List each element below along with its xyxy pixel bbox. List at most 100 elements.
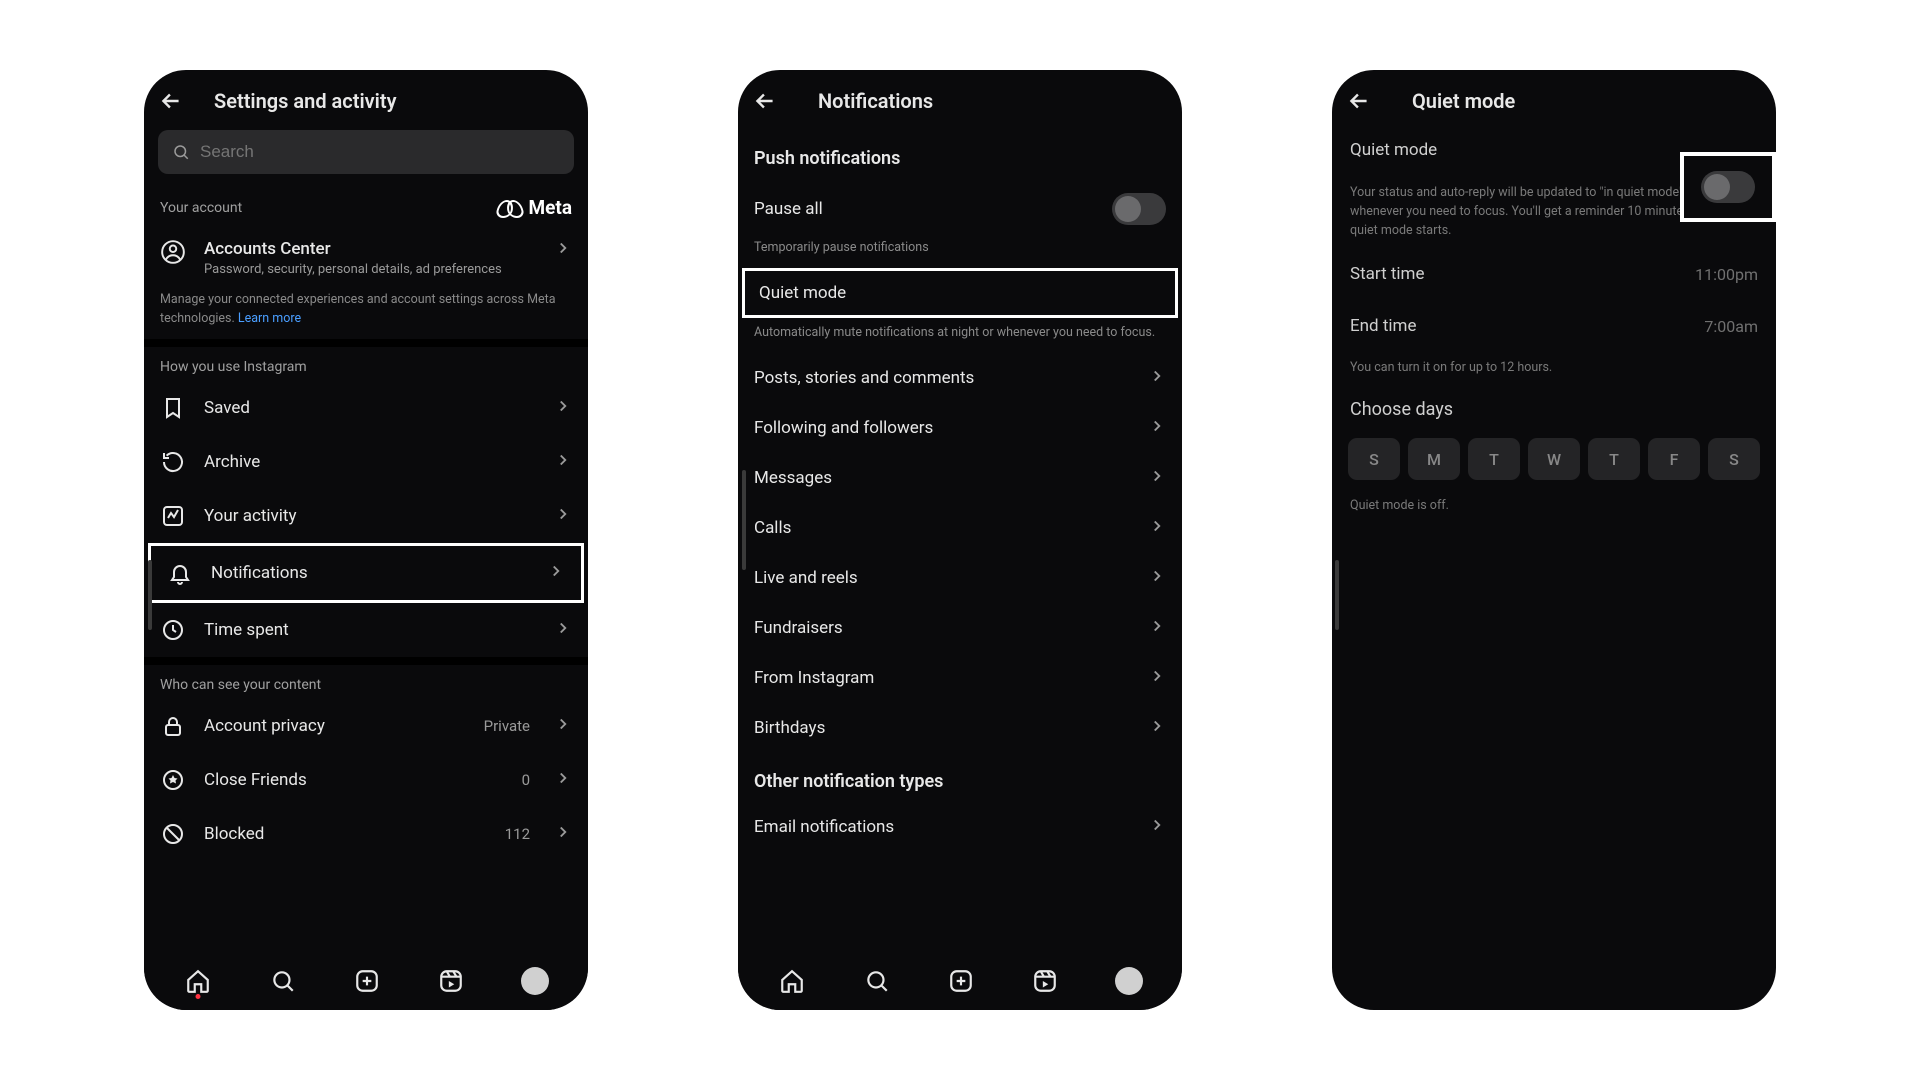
accounts-center-row[interactable]: Accounts Center Password, security, pers… bbox=[144, 225, 588, 291]
chevron-right-icon bbox=[547, 562, 565, 584]
quiet-mode-toggle[interactable] bbox=[1701, 171, 1755, 203]
email-notif-row[interactable]: Email notifications bbox=[738, 802, 1182, 852]
day-sat[interactable]: S bbox=[1708, 438, 1760, 480]
duration-note: You can turn it on for up to 12 hours. bbox=[1332, 352, 1776, 383]
close-friends-row[interactable]: Close Friends 0 bbox=[144, 753, 588, 807]
blocked-count: 112 bbox=[505, 825, 530, 843]
notifications-content: Notifications Push notifications Pause a… bbox=[738, 70, 1182, 952]
cat-messages[interactable]: Messages bbox=[738, 453, 1182, 503]
phone-quiet-mode: Quiet mode Quiet mode Your status and au… bbox=[1332, 70, 1776, 1010]
notifications-row[interactable]: Notifications bbox=[151, 546, 581, 600]
chevron-right-icon bbox=[1148, 617, 1166, 639]
back-arrow-icon[interactable] bbox=[158, 88, 184, 114]
day-thu[interactable]: T bbox=[1588, 438, 1640, 480]
chevron-right-icon bbox=[554, 451, 572, 473]
back-arrow-icon[interactable] bbox=[752, 88, 778, 114]
cat-live[interactable]: Live and reels bbox=[738, 553, 1182, 603]
blocked-icon bbox=[160, 821, 186, 847]
add-icon[interactable] bbox=[352, 966, 382, 996]
search-input[interactable] bbox=[158, 130, 574, 174]
cat-posts[interactable]: Posts, stories and comments bbox=[738, 353, 1182, 403]
home-icon[interactable] bbox=[777, 966, 807, 996]
meta-logo: Meta bbox=[497, 196, 573, 219]
learn-more-link[interactable]: Learn more bbox=[238, 311, 301, 326]
archive-icon bbox=[160, 449, 186, 475]
blocked-row[interactable]: Blocked 112 bbox=[144, 807, 588, 861]
chevron-right-icon bbox=[554, 619, 572, 641]
scrollbar[interactable] bbox=[742, 470, 746, 570]
search-icon[interactable] bbox=[268, 966, 298, 996]
profile-avatar[interactable] bbox=[1115, 967, 1143, 995]
chevron-right-icon bbox=[1148, 667, 1166, 689]
header-notifications: Notifications bbox=[738, 70, 1182, 124]
bottom-nav bbox=[144, 952, 588, 1010]
pause-all-toggle[interactable] bbox=[1112, 193, 1166, 225]
day-wed[interactable]: W bbox=[1528, 438, 1580, 480]
home-icon[interactable] bbox=[183, 966, 213, 996]
activity-row[interactable]: Your activity bbox=[144, 489, 588, 543]
scrollbar[interactable] bbox=[1335, 560, 1339, 630]
quiet-mode-label: Quiet mode bbox=[1350, 140, 1437, 160]
chevron-right-icon bbox=[1148, 567, 1166, 589]
your-account-header: Your account Meta bbox=[144, 184, 588, 225]
cat-from-instagram[interactable]: From Instagram bbox=[738, 653, 1182, 703]
day-pills: S M T W T F S bbox=[1332, 428, 1776, 490]
quiet-mode-content: Quiet mode Quiet mode Your status and au… bbox=[1332, 70, 1776, 1010]
time-spent-row[interactable]: Time spent bbox=[144, 603, 588, 657]
quiet-mode-highlight: Quiet mode bbox=[742, 268, 1178, 318]
activity-icon bbox=[160, 503, 186, 529]
day-sun[interactable]: S bbox=[1348, 438, 1400, 480]
cat-calls[interactable]: Calls bbox=[738, 503, 1182, 553]
meta-text: Meta bbox=[529, 196, 573, 219]
add-icon[interactable] bbox=[946, 966, 976, 996]
cat-fundraisers[interactable]: Fundraisers bbox=[738, 603, 1182, 653]
account-privacy-row[interactable]: Account privacy Private bbox=[144, 699, 588, 753]
meta-infinity-icon bbox=[497, 200, 523, 216]
quiet-toggle-highlight bbox=[1680, 152, 1776, 222]
push-section-title: Push notifications bbox=[738, 124, 1182, 179]
phone-notifications: Notifications Push notifications Pause a… bbox=[738, 70, 1182, 1010]
manage-text: Manage your connected experiences and ac… bbox=[144, 291, 588, 339]
pause-sub: Temporarily pause notifications bbox=[738, 239, 1182, 268]
day-mon[interactable]: M bbox=[1408, 438, 1460, 480]
header-quiet: Quiet mode bbox=[1332, 70, 1776, 124]
day-tue[interactable]: T bbox=[1468, 438, 1520, 480]
clock-icon bbox=[160, 617, 186, 643]
search-icon[interactable] bbox=[862, 966, 892, 996]
chevron-right-icon bbox=[1148, 367, 1166, 389]
chevron-right-icon bbox=[554, 505, 572, 527]
chevron-right-icon bbox=[1148, 467, 1166, 489]
close-friends-count: 0 bbox=[522, 771, 530, 789]
lock-icon bbox=[160, 713, 186, 739]
cat-birthdays[interactable]: Birthdays bbox=[738, 703, 1182, 753]
scrollbar[interactable] bbox=[148, 560, 152, 630]
back-arrow-icon[interactable] bbox=[1346, 88, 1372, 114]
accounts-center-title: Accounts Center bbox=[204, 239, 536, 259]
chevron-right-icon bbox=[554, 715, 572, 737]
quiet-mode-row[interactable]: Quiet mode bbox=[745, 271, 1175, 315]
chevron-right-icon bbox=[1148, 717, 1166, 739]
end-time-row[interactable]: End time 7:00am bbox=[1332, 300, 1776, 352]
phone-settings: Settings and activity Your account Meta … bbox=[144, 70, 588, 1010]
bottom-nav bbox=[738, 952, 1182, 1010]
profile-avatar[interactable] bbox=[521, 967, 549, 995]
archive-row[interactable]: Archive bbox=[144, 435, 588, 489]
chevron-right-icon bbox=[554, 397, 572, 419]
header-settings: Settings and activity bbox=[144, 70, 588, 124]
off-note: Quiet mode is off. bbox=[1332, 490, 1776, 521]
search-field[interactable] bbox=[200, 142, 560, 162]
start-time-row[interactable]: Start time 11:00pm bbox=[1332, 248, 1776, 300]
saved-row[interactable]: Saved bbox=[144, 381, 588, 435]
usage-section-header: How you use Instagram bbox=[144, 347, 588, 381]
start-time-value: 11:00pm bbox=[1695, 265, 1758, 284]
page-title: Notifications bbox=[818, 89, 933, 113]
day-fri[interactable]: F bbox=[1648, 438, 1700, 480]
chevron-right-icon bbox=[1148, 417, 1166, 439]
cat-following[interactable]: Following and followers bbox=[738, 403, 1182, 453]
quiet-sub: Automatically mute notifications at nigh… bbox=[738, 318, 1182, 353]
accounts-center-texts: Accounts Center Password, security, pers… bbox=[204, 239, 536, 277]
reels-icon[interactable] bbox=[1030, 966, 1060, 996]
other-section-title: Other notification types bbox=[738, 753, 1182, 802]
reels-icon[interactable] bbox=[436, 966, 466, 996]
notifications-highlight: Notifications bbox=[148, 543, 584, 603]
